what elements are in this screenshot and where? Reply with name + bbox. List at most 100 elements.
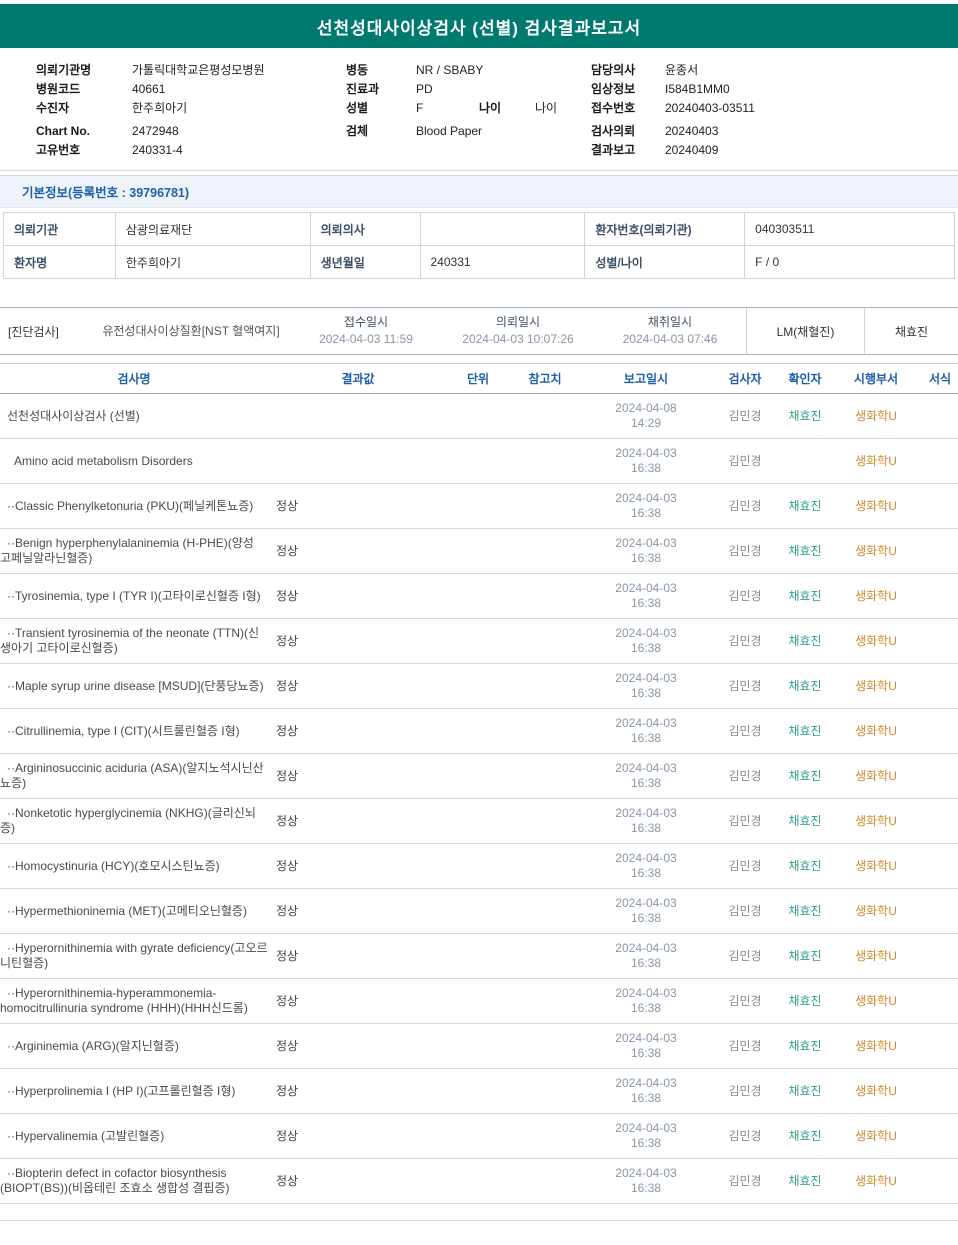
test-name: ··Hypervalinemia (고발린혈증) xyxy=(0,1113,268,1159)
form-value xyxy=(922,843,958,889)
info-column-1: 의뢰기관명 가톨릭대학교은평성모병원 병원코드 40661 수진자 한주희아기 Chart … xyxy=(36,61,346,160)
table-row: ··Maple syrup urine disease [MSUD](단풍당뇨증… xyxy=(0,663,958,709)
unit-value xyxy=(448,708,508,754)
field-label: 성별/나이 xyxy=(584,245,746,279)
info-row: 의뢰기관명 가톨릭대학교은평성모병원 xyxy=(36,61,346,80)
reported-datetime: 2024-04-03 16:38 xyxy=(582,888,710,934)
test-name: ··Homocystinuria (HCY)(호모시스틴뇨증) xyxy=(0,843,268,889)
info-row: 병원코드 40661 xyxy=(36,80,346,99)
reported-text: 2024-04-03 16:38 xyxy=(615,671,677,700)
tester-name: 김민경 xyxy=(710,663,780,709)
reported-text: 2024-04-03 16:38 xyxy=(615,896,677,925)
info-row: 수진자 한주희아기 xyxy=(36,99,346,118)
diagnostic-times: 접수일시 2024-04-03 11:59 의뢰일시 2024-04-03 10:07… xyxy=(290,308,746,354)
field-label: 의뢰기관 xyxy=(3,212,116,246)
department-name: 생화학U xyxy=(830,483,922,529)
reference-value xyxy=(508,393,582,439)
unit-value xyxy=(448,393,508,439)
reported-datetime: 2024-04-03 16:38 xyxy=(582,708,710,754)
department-name: 생화학U xyxy=(830,888,922,934)
time-value: 2024-04-03 10:07:26 xyxy=(462,332,574,346)
table-row: ··Argininemia (ARG)(알지닌혈증) 정상 2024-04-03 1… xyxy=(0,1023,958,1069)
confirmer-name: 채효진 xyxy=(780,483,830,529)
table-row: ··Classic Phenylketonuria (PKU)(페닐케톤뇨증) 정… xyxy=(0,483,958,529)
table-row: ··Hyperornithinemia with gyrate deficien… xyxy=(0,933,958,979)
reported-text: 2024-04-03 16:38 xyxy=(615,986,677,1015)
result-value: 정상 xyxy=(268,483,448,529)
test-name: 선천성대사이상검사 (선별) xyxy=(0,393,268,439)
reported-datetime: 2024-04-03 16:38 xyxy=(582,438,710,484)
diagnostic-test-name: 유전성대사이상질환[NST 혈액여지] xyxy=(102,324,280,338)
unit-value xyxy=(448,1068,508,1114)
results-table: 검사명 결과값 단위 참고치 보고일시 검사자 확인자 시행부서 서식 선천성대사이상검사 (선… xyxy=(0,363,958,1204)
test-name: ··Biopterin defect in cofactor biosynthe… xyxy=(0,1158,268,1204)
info-value: NR / SBABY xyxy=(416,63,484,77)
column-header-3: 단위 xyxy=(448,363,508,394)
basic-info-section-header: 기본정보(등록번호 : 39796781) xyxy=(0,175,958,208)
reference-value xyxy=(508,843,582,889)
unit-value xyxy=(448,933,508,979)
info-column-3: 담당의사 윤종서 임상정보 I584B1MM0 접수번호 20240403-03511 검사… xyxy=(591,61,931,160)
nurse-name: 채효진 xyxy=(864,308,958,354)
result-value: 정상 xyxy=(268,663,448,709)
reported-text: 2024-04-03 16:38 xyxy=(615,626,677,655)
confirmer-name xyxy=(780,438,830,484)
reference-value xyxy=(508,483,582,529)
info-label: 담당의사 xyxy=(591,63,636,77)
basic-info-row: 의뢰기관 삼광의료재단 의뢰의사 환자번호(의뢰기관) 040303511 xyxy=(3,212,955,246)
form-value xyxy=(922,483,958,529)
results-header-row: 검사명 결과값 단위 참고치 보고일시 검사자 확인자 시행부서 서식 xyxy=(0,363,958,394)
info-row: 접수번호 20240403-03511 xyxy=(591,99,931,118)
department-name: 생화학U xyxy=(830,1068,922,1114)
confirmer-name: 채효진 xyxy=(780,393,830,439)
department-name: 생화학U xyxy=(830,1113,922,1159)
info-row: 검체 Blood Paper xyxy=(346,122,591,141)
form-value xyxy=(922,708,958,754)
divider-line xyxy=(0,170,958,171)
tester-name: 김민경 xyxy=(710,483,780,529)
result-value: 정상 xyxy=(268,753,448,799)
tester-name: 김민경 xyxy=(710,1023,780,1069)
confirmer-name: 채효진 xyxy=(780,1158,830,1204)
reported-datetime: 2024-04-03 16:38 xyxy=(582,483,710,529)
confirmer-name: 채효진 xyxy=(780,798,830,844)
reference-value xyxy=(508,933,582,979)
field-label: 환자명 xyxy=(3,245,116,279)
column-header-8: 시행부서 xyxy=(830,363,922,394)
info-row: 담당의사 윤종서 xyxy=(591,61,931,80)
reference-value xyxy=(508,1113,582,1159)
form-value xyxy=(922,933,958,979)
report-page: 선천성대사이상검사 (선별) 검사결과보고서 의뢰기관명 가톨릭대학교은평성모병원… xyxy=(0,4,958,1221)
unit-value xyxy=(448,528,508,574)
reference-value xyxy=(508,708,582,754)
info-row: 병동 NR / SBABY xyxy=(346,61,591,80)
department-name: 생화학U xyxy=(830,663,922,709)
result-value: 정상 xyxy=(268,1158,448,1204)
info-value: PD xyxy=(416,82,433,96)
test-name: ··Argininemia (ARG)(알지닌혈증) xyxy=(0,1023,268,1069)
department-name: 생화학U xyxy=(830,843,922,889)
tester-name: 김민경 xyxy=(710,1113,780,1159)
info-label: 의뢰기관명 xyxy=(36,63,92,77)
info-row: 결과보고 20240409 xyxy=(591,141,931,160)
info-value: I584B1MM0 xyxy=(665,82,730,96)
tester-name: 김민경 xyxy=(710,708,780,754)
form-value xyxy=(922,438,958,484)
result-value xyxy=(268,438,448,484)
unit-value xyxy=(448,798,508,844)
reported-text: 2024-04-03 16:38 xyxy=(615,536,677,565)
form-value xyxy=(922,528,958,574)
test-name: ··Hyperornithinemia with gyrate deficien… xyxy=(0,933,268,979)
basic-info-section-title: 기본정보(등록번호 : 39796781) xyxy=(22,186,190,200)
info-value: 윤종서 xyxy=(665,63,699,77)
info-label: 나이 xyxy=(479,101,502,115)
result-value: 정상 xyxy=(268,1113,448,1159)
collector-name: LM(채혈진) xyxy=(746,308,864,354)
department-name: 생화학U xyxy=(830,573,922,619)
field-value: 040303511 xyxy=(744,212,955,246)
basic-info-table-body: 의뢰기관 삼광의료재단 의뢰의사 환자번호(의뢰기관) 040303511 환자명 한주희아… xyxy=(3,212,955,279)
reference-value xyxy=(508,798,582,844)
unit-value xyxy=(448,753,508,799)
result-value: 정상 xyxy=(268,1068,448,1114)
department-name: 생화학U xyxy=(830,1158,922,1204)
